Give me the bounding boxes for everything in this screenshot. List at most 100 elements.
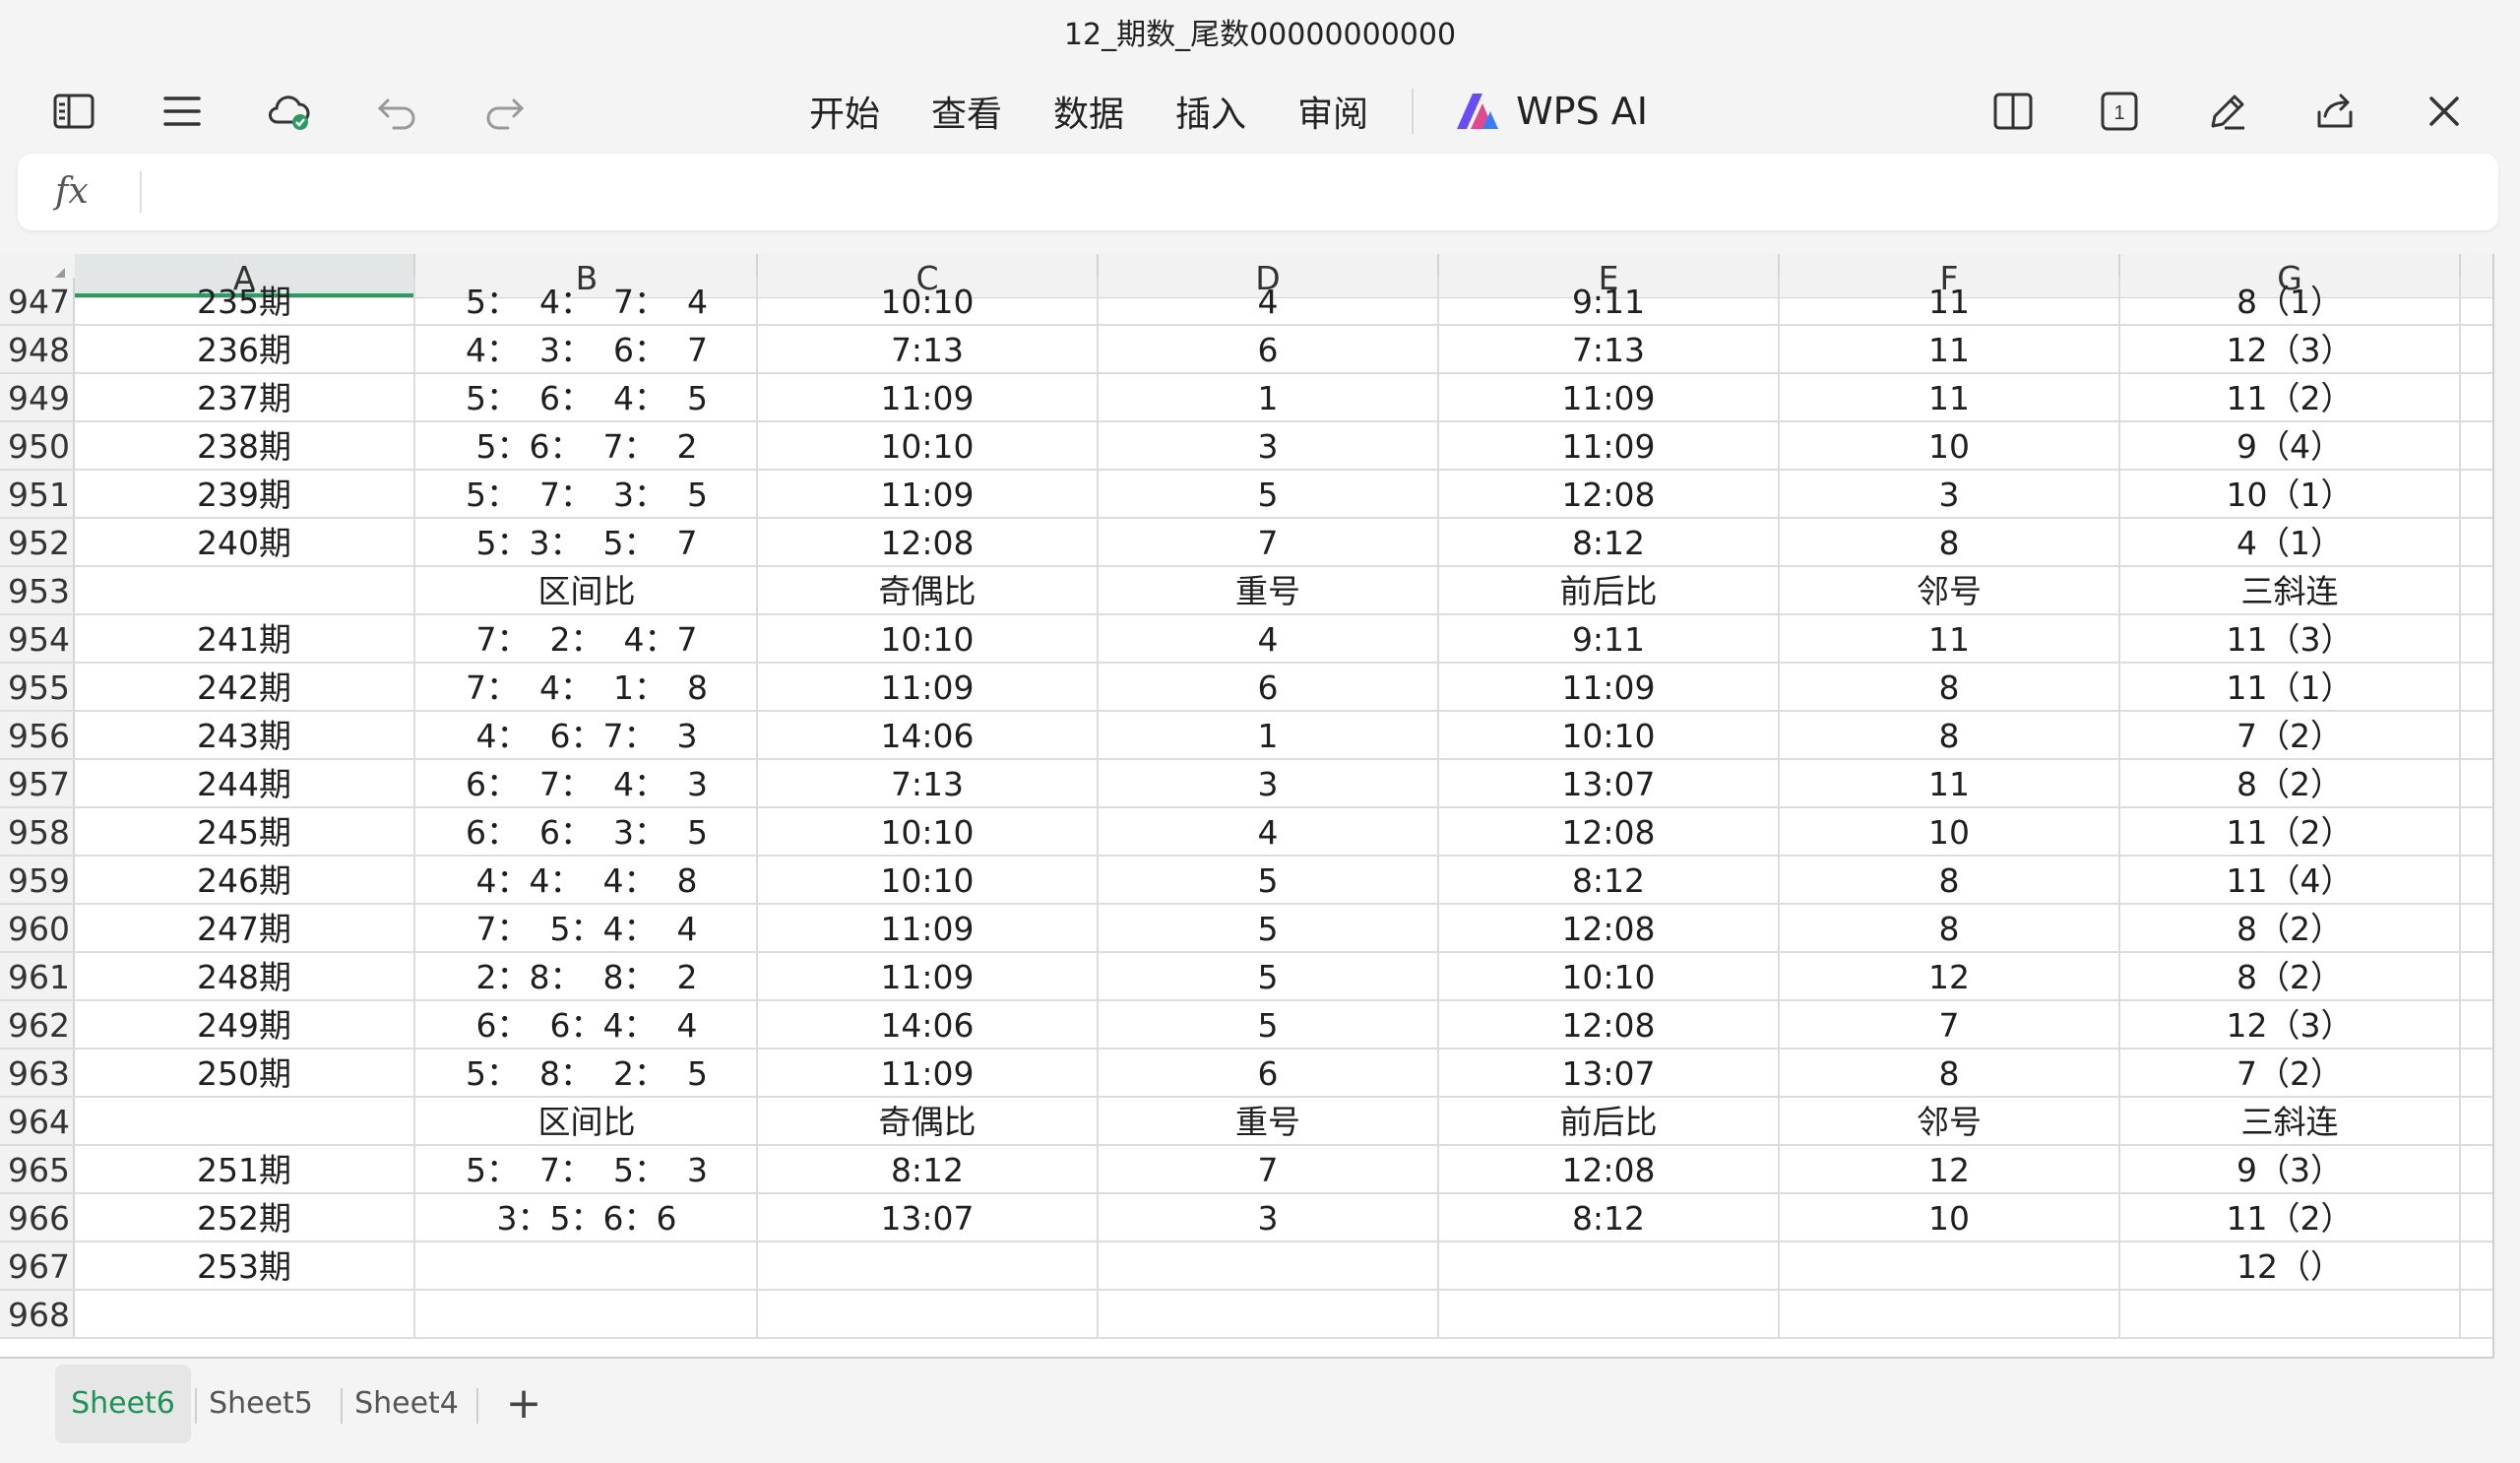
cell-g[interactable]: 11（2） [2120,374,2461,420]
cell-d[interactable]: 6 [1099,326,1439,372]
fx-label[interactable]: fx [55,154,89,230]
cell-c[interactable]: 11:09 [758,664,1099,710]
cell-e[interactable]: 8:12 [1439,1194,1780,1240]
cell-g[interactable]: 12（） [2120,1242,2461,1289]
close-icon[interactable] [2404,71,2485,152]
row-number[interactable]: 963 [0,1050,75,1096]
cell-b[interactable]: 4：4： 4： 8 [417,857,758,903]
cell-a[interactable]: 245期 [75,808,415,855]
cell-f[interactable]: 8 [1780,664,2120,710]
cell-b[interactable]: 5： 4： 7： 4 [417,278,758,324]
cell-g[interactable]: 12（3） [2120,326,2461,372]
cell-e[interactable]: 11:09 [1439,374,1780,420]
cell-e[interactable]: 12:08 [1439,1146,1780,1192]
cell-g[interactable] [2120,1291,2461,1337]
row-number[interactable]: 961 [0,953,75,999]
cell-b[interactable]: 4： 6：7： 3 [417,712,758,758]
menu-view[interactable]: 查看 [931,86,1002,137]
cell-b[interactable]: 5： 7： 3： 5 [417,471,758,517]
row-number[interactable]: 967 [0,1242,75,1289]
cell-b[interactable]: 区间比 [417,1098,758,1144]
cell-c[interactable]: 14:06 [758,1001,1099,1048]
cell-g[interactable]: 4（1） [2120,519,2461,565]
cell-d[interactable]: 1 [1099,374,1439,420]
cell-e[interactable]: 13:07 [1439,760,1780,806]
cell-a[interactable] [75,1098,415,1144]
cell-a[interactable]: 236期 [75,326,415,372]
cell-c[interactable]: 7:13 [758,326,1099,372]
add-sheet-button[interactable]: + [496,1365,551,1443]
cell-c[interactable]: 11:09 [758,1050,1099,1096]
cell-g[interactable]: 9（4） [2120,422,2461,469]
cell-c[interactable]: 10:10 [758,422,1099,469]
cell-a[interactable]: 237期 [75,374,415,420]
cell-d[interactable]: 3 [1099,1194,1439,1240]
cell-b[interactable]: 6： 6：4： 4 [417,1001,758,1048]
cell-a[interactable]: 243期 [75,712,415,758]
cell-d[interactable]: 3 [1099,422,1439,469]
cell-g[interactable]: 三斜连 [2120,567,2461,613]
cell-g[interactable]: 8（2） [2120,905,2461,951]
pen-icon[interactable] [2187,71,2268,152]
cell-d[interactable]: 6 [1099,1050,1439,1096]
cell-d[interactable]: 4 [1099,615,1439,662]
wps-ai-button[interactable]: WPS AI [1453,90,1648,133]
cell-f[interactable]: 8 [1780,905,2120,951]
cell-d[interactable]: 5 [1099,905,1439,951]
cell-f[interactable]: 10 [1780,1194,2120,1240]
cell-g[interactable]: 7（2） [2120,1050,2461,1096]
cell-b[interactable]: 5：3： 5： 7 [417,519,758,565]
split-view-icon[interactable] [1973,71,2053,152]
cell-c[interactable]: 奇偶比 [758,567,1099,613]
cell-a[interactable]: 247期 [75,905,415,951]
cell-g[interactable]: 7（2） [2120,712,2461,758]
cell-b[interactable]: 6： 7： 4： 3 [417,760,758,806]
cell-b[interactable] [417,1242,758,1289]
row-number[interactable]: 951 [0,471,75,517]
cell-a[interactable] [75,567,415,613]
menu-review[interactable]: 审阅 [1297,86,1368,137]
row-number[interactable]: 950 [0,422,75,469]
row-number[interactable]: 958 [0,808,75,855]
cell-g[interactable]: 8（2） [2120,760,2461,806]
cell-c[interactable]: 10:10 [758,857,1099,903]
cell-g[interactable]: 11（2） [2120,808,2461,855]
cell-e[interactable]: 前后比 [1439,1098,1780,1144]
cell-d[interactable]: 6 [1099,664,1439,710]
cell-c[interactable]: 13:07 [758,1194,1099,1240]
cell-f[interactable]: 10 [1780,808,2120,855]
cell-a[interactable]: 252期 [75,1194,415,1240]
cell-g[interactable]: 8（1） [2120,278,2461,324]
cell-c[interactable]: 7:13 [758,760,1099,806]
cell-f[interactable]: 8 [1780,712,2120,758]
cell-f[interactable]: 10 [1780,422,2120,469]
cell-d[interactable]: 5 [1099,857,1439,903]
page-count-icon[interactable]: 1 [2079,71,2160,152]
row-number[interactable]: 960 [0,905,75,951]
cell-f[interactable]: 12 [1780,1146,2120,1192]
cell-f[interactable]: 3 [1780,471,2120,517]
cell-f[interactable]: 11 [1780,326,2120,372]
menu-start[interactable]: 开始 [809,86,880,137]
cell-g[interactable]: 11（4） [2120,857,2461,903]
cell-b[interactable]: 区间比 [417,567,758,613]
cell-a[interactable]: 249期 [75,1001,415,1048]
cell-c[interactable]: 11:09 [758,905,1099,951]
cell-c[interactable] [758,1291,1099,1337]
cell-f[interactable] [1780,1291,2120,1337]
cell-c[interactable]: 11:09 [758,471,1099,517]
cell-e[interactable]: 12:08 [1439,808,1780,855]
cell-a[interactable]: 239期 [75,471,415,517]
row-number[interactable]: 955 [0,664,75,710]
cell-d[interactable]: 重号 [1099,567,1439,613]
cell-c[interactable]: 10:10 [758,278,1099,324]
cell-a[interactable]: 253期 [75,1242,415,1289]
cell-d[interactable]: 5 [1099,953,1439,999]
formula-input[interactable] [156,163,2483,223]
row-number[interactable]: 959 [0,857,75,903]
row-number[interactable]: 956 [0,712,75,758]
cell-f[interactable]: 8 [1780,519,2120,565]
row-number[interactable]: 968 [0,1291,75,1337]
cell-d[interactable]: 4 [1099,808,1439,855]
cell-a[interactable]: 246期 [75,857,415,903]
